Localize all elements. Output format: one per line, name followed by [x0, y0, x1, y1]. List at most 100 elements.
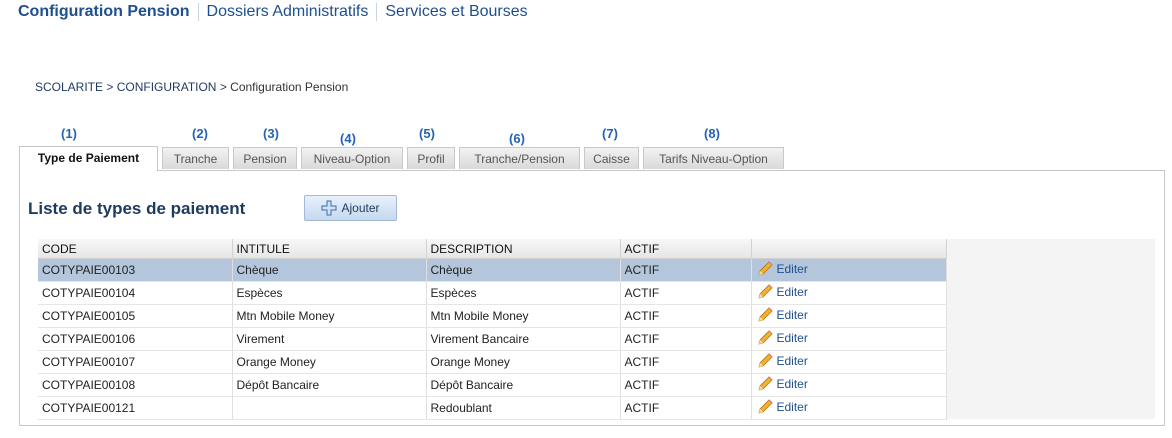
edit-button[interactable]: Editer [756, 329, 808, 347]
cell-description: Espèces [426, 281, 621, 305]
edit-label: Editer [776, 284, 808, 299]
panel-title: Liste de types de paiement [28, 199, 246, 218]
pencil-icon [757, 306, 773, 322]
nav-dossiers-administratifs[interactable]: Dossiers Administratifs [197, 3, 377, 21]
add-button-label: Ajouter [341, 201, 380, 215]
cell-code: COTYPAIE00105 [38, 304, 233, 328]
cell-code: COTYPAIE00121 [38, 396, 233, 420]
plus-icon [321, 200, 337, 216]
cell-intitule: Espèces [232, 281, 427, 305]
cell-description: Virement Bancaire [426, 327, 621, 351]
cell-code: COTYPAIE00104 [38, 281, 233, 305]
add-button[interactable]: Ajouter [304, 195, 397, 221]
cell-code: COTYPAIE00106 [38, 327, 233, 351]
tab-number-label: (2) [192, 126, 208, 141]
edit-button[interactable]: Editer [756, 375, 808, 393]
edit-label: Editer [776, 307, 808, 322]
pencil-icon [757, 398, 773, 414]
cell-description: Orange Money [426, 350, 621, 374]
cell-actif: ACTIF [620, 373, 752, 397]
tab-number-label: (5) [419, 126, 435, 141]
tab-niveau-option[interactable]: Niveau-Option [301, 147, 403, 169]
edit-button[interactable]: Editer [756, 283, 808, 301]
payment-types-table: CODE INTITULE DESCRIPTION ACTIF COTYPAIE… [38, 239, 947, 420]
cell-code: COTYPAIE00103 [38, 258, 233, 282]
tab-number-label: (3) [263, 126, 279, 141]
column-header-actif[interactable]: ACTIF [620, 239, 752, 259]
pencil-icon [757, 329, 773, 345]
tab-type-de-paiement[interactable]: Type de Paiement [19, 146, 158, 171]
cell-description: Mtn Mobile Money [426, 304, 621, 328]
table-row[interactable]: COTYPAIE00105 Mtn Mobile Money Mtn Mobile … [38, 304, 947, 328]
cell-actions: Editer [751, 327, 947, 351]
column-header-actions [751, 239, 947, 259]
tab-tranche[interactable]: Tranche [162, 147, 229, 169]
cell-actions: Editer [751, 350, 947, 374]
tab-number-label: (8) [704, 126, 720, 141]
cell-actif: ACTIF [620, 304, 752, 328]
edit-label: Editer [776, 353, 808, 368]
table-row[interactable]: COTYPAIE00106 Virement Virement Bancaire AC… [38, 327, 947, 351]
pencil-icon [757, 375, 773, 391]
cell-description: Redoublant [426, 396, 621, 420]
breadcrumb-separator: > [103, 80, 117, 94]
breadcrumb-current: Configuration Pension [230, 80, 349, 94]
breadcrumb-separator: > [216, 80, 231, 94]
edit-label: Editer [776, 330, 808, 345]
cell-actif: ACTIF [620, 258, 752, 282]
edit-label: Editer [776, 399, 808, 414]
cell-intitule: Dépôt Bancaire [232, 373, 427, 397]
table-row[interactable]: COTYPAIE00103 Chèque Chèque ACTIF Editer [38, 258, 947, 282]
cell-actions: Editer [751, 396, 947, 420]
column-header-code[interactable]: CODE [38, 239, 233, 259]
cell-code: COTYPAIE00107 [38, 350, 233, 374]
edit-label: Editer [776, 376, 808, 391]
cell-actions: Editer [751, 304, 947, 328]
breadcrumb: SCOLARITE > CONFIGURATION > Configuratio… [35, 80, 348, 94]
cell-actions: Editer [751, 281, 947, 305]
table-row[interactable]: COTYPAIE00121 Redoublant ACTIF Editer [38, 396, 947, 420]
pencil-icon [757, 283, 773, 299]
column-header-intitule[interactable]: INTITULE [232, 239, 427, 259]
edit-button[interactable]: Editer [756, 352, 808, 370]
tab-number-label: (6) [509, 131, 525, 146]
cell-actif: ACTIF [620, 327, 752, 351]
breadcrumb-scolarite[interactable]: SCOLARITE [35, 80, 103, 94]
table-row[interactable]: COTYPAIE00104 Espèces Espèces ACTIF Editer [38, 281, 947, 305]
edit-button[interactable]: Editer [756, 306, 808, 324]
tab-caisse[interactable]: Caisse [584, 147, 639, 169]
breadcrumb-configuration[interactable]: CONFIGURATION [117, 80, 217, 94]
cell-actif: ACTIF [620, 396, 752, 420]
tab-number-label: (7) [602, 126, 618, 141]
table-header-row: CODE INTITULE DESCRIPTION ACTIF [38, 239, 947, 259]
cell-actions: Editer [751, 373, 947, 397]
tab-number-label: (4) [340, 131, 356, 146]
cell-description: Dépôt Bancaire [426, 373, 621, 397]
cell-description: Chèque [426, 258, 621, 282]
cell-intitule: Chèque [232, 258, 427, 282]
edit-label: Editer [776, 261, 808, 276]
edit-button[interactable]: Editer [756, 260, 808, 278]
cell-actif: ACTIF [620, 350, 752, 374]
tab-pension[interactable]: Pension [233, 147, 297, 169]
cell-intitule: Virement [232, 327, 427, 351]
nav-configuration-pension[interactable]: Configuration Pension [18, 3, 198, 21]
top-navigation: Configuration Pension Dossiers Administr… [18, 1, 536, 23]
tab-tranche-pension[interactable]: Tranche/Pension [459, 147, 580, 169]
column-header-description[interactable]: DESCRIPTION [426, 239, 621, 259]
table-row[interactable]: COTYPAIE00108 Dépôt Bancaire Dépôt Bancair… [38, 373, 947, 397]
cell-actif: ACTIF [620, 281, 752, 305]
tab-tarifs-niveau-option[interactable]: Tarifs Niveau-Option [643, 147, 784, 169]
tab-number-label: (1) [61, 126, 77, 141]
pencil-icon [757, 260, 773, 276]
cell-intitule: Mtn Mobile Money [232, 304, 427, 328]
cell-intitule [232, 396, 427, 420]
table-row[interactable]: COTYPAIE00107 Orange Money Orange Money ACT… [38, 350, 947, 374]
cell-intitule: Orange Money [232, 350, 427, 374]
cell-code: COTYPAIE00108 [38, 373, 233, 397]
cell-actions: Editer [751, 258, 947, 282]
tab-profil[interactable]: Profil [407, 147, 455, 169]
nav-services-et-bourses[interactable]: Services et Bourses [376, 3, 535, 21]
edit-button[interactable]: Editer [756, 398, 808, 416]
pencil-icon [757, 352, 773, 368]
